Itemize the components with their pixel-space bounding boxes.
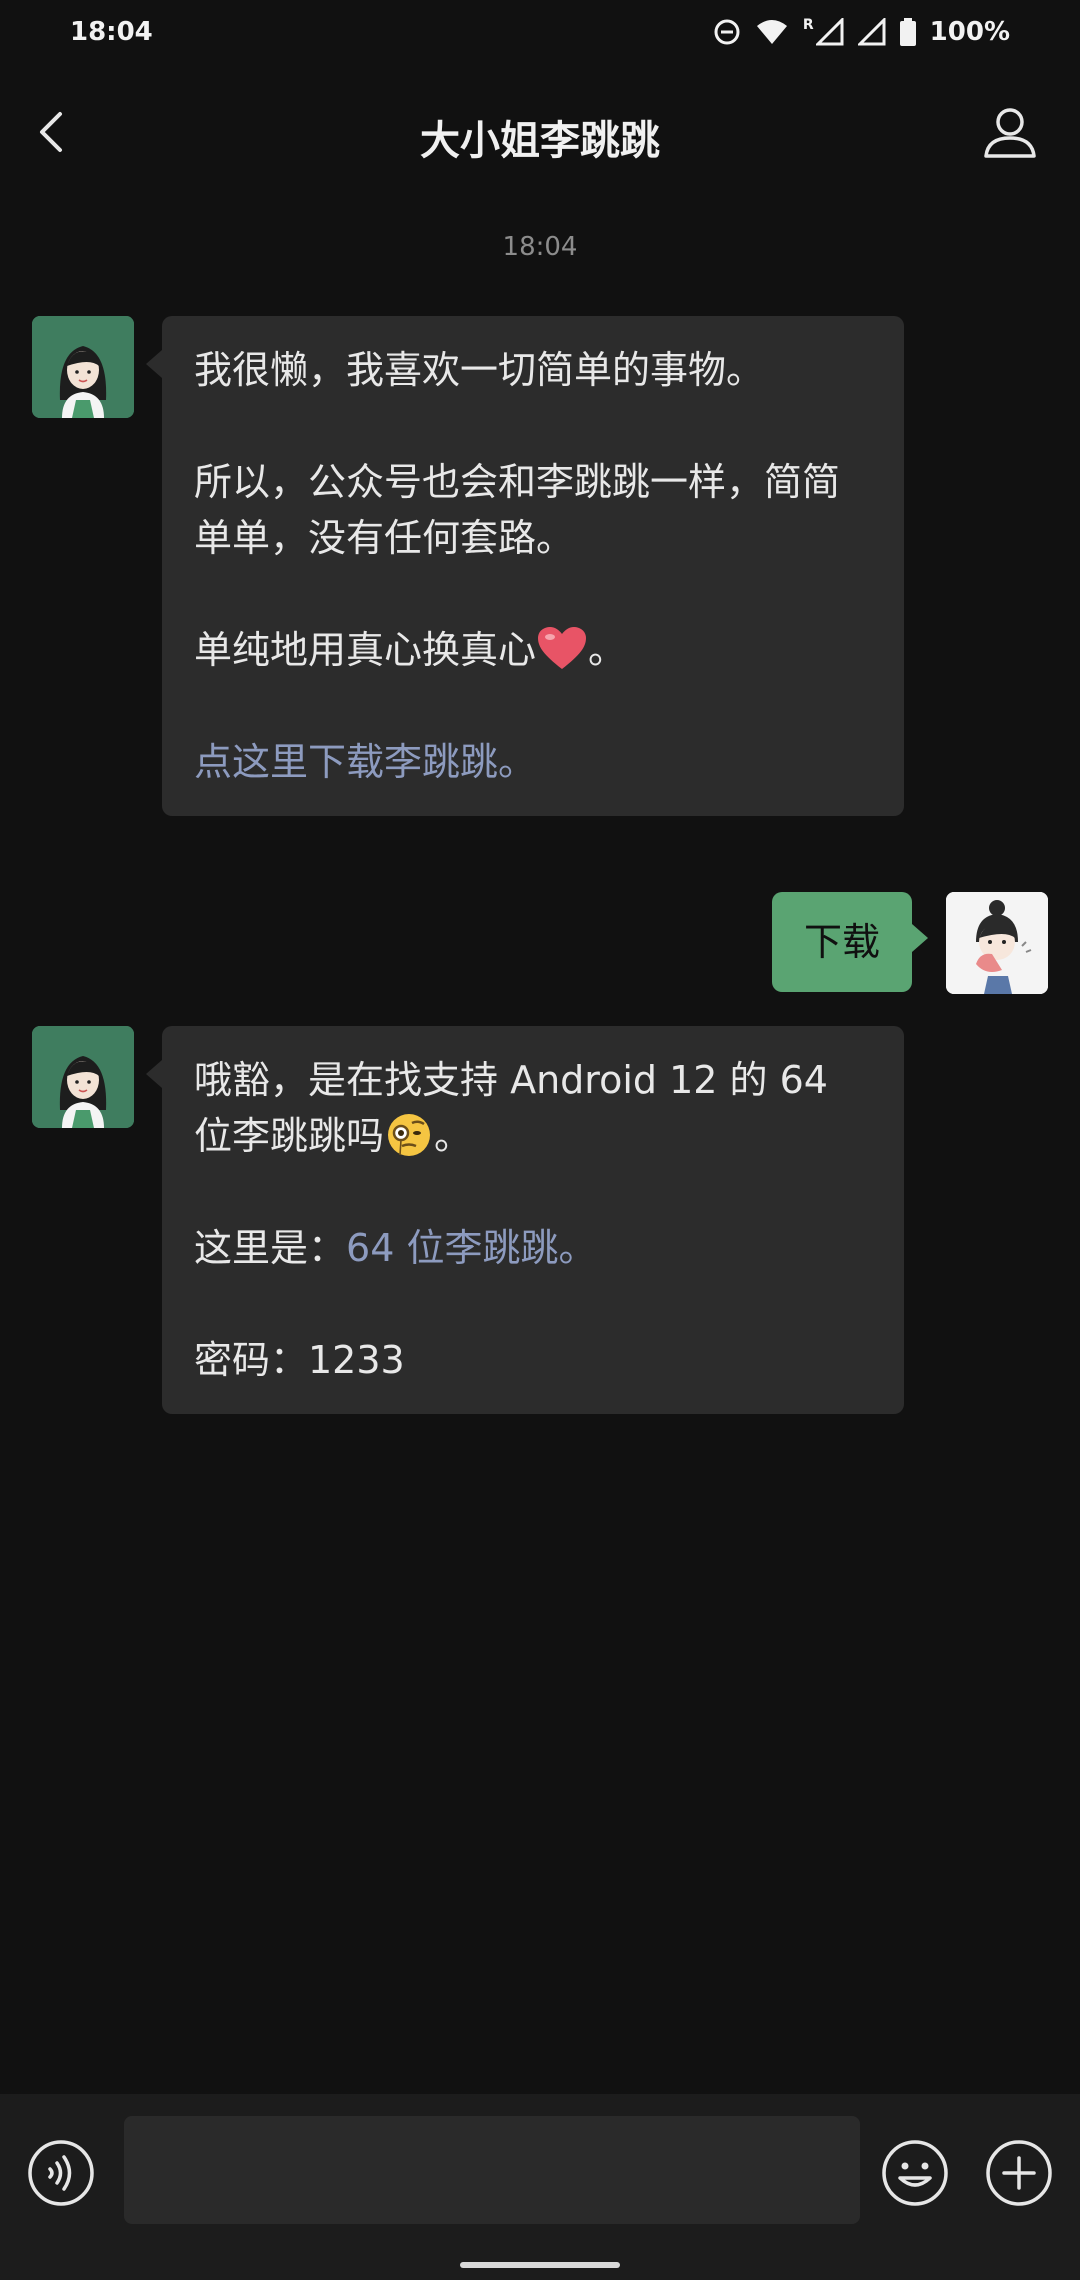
monocle-face-emoji-icon — [388, 1114, 431, 1156]
chat-screen: 18:04 R 100% 大小姐李跳跳 18:04 我很懒，我喜欢一切简单的事物… — [0, 0, 1080, 2280]
message-paragraph: 哦豁，是在找支持 Android 12 的 64 位李跳跳吗 。 — [194, 1052, 872, 1164]
signal-icon — [815, 18, 844, 46]
status-time: 18:04 — [70, 17, 153, 47]
outgoing-message-bubble[interactable]: 下载 — [772, 892, 929, 992]
status-icons: R 100% — [713, 17, 1010, 47]
my-avatar[interactable] — [946, 892, 1048, 994]
page-title: 大小姐李跳跳 — [420, 118, 660, 164]
heart-emoji-icon — [538, 627, 587, 669]
message-text: 这里是： — [194, 1226, 347, 1270]
download-link[interactable]: 点这里下载李跳跳。 — [194, 734, 872, 790]
chat-header: 大小姐李跳跳 — [0, 64, 1080, 210]
message-paragraph: 我很懒，我喜欢一切简单的事物。 — [194, 348, 765, 392]
status-bar: 18:04 R 100% — [0, 0, 1080, 64]
roaming-badge: R — [802, 17, 814, 33]
password-text: 密码：1233 — [194, 1338, 405, 1382]
input-bar — [0, 2094, 1080, 2280]
message-text-tail: 。 — [588, 628, 627, 672]
outgoing-message-text: 下载 — [804, 920, 881, 964]
person-icon[interactable] — [980, 102, 1040, 162]
battery-percent: 100% — [929, 17, 1010, 47]
message-bubble-1[interactable]: 我很懒，我喜欢一切简单的事物。 所以，公众号也会和李跳跳一样，简简单单，没有任何… — [146, 316, 904, 816]
message-input[interactable] — [124, 2116, 860, 2224]
bot-avatar-image — [32, 1026, 134, 1128]
message-text: 单纯地用真心换真心 — [194, 628, 537, 672]
voice-icon[interactable] — [26, 2138, 96, 2208]
bot-avatar[interactable] — [32, 316, 134, 418]
emoji-icon[interactable] — [880, 2138, 950, 2208]
my-avatar-image — [946, 892, 1048, 994]
message-text: 哦豁，是在找支持 Android 12 的 64 位李跳跳吗 — [194, 1058, 828, 1158]
bot-avatar-image — [32, 316, 134, 418]
signal-icon-2 — [857, 18, 886, 46]
bot-avatar[interactable] — [32, 1026, 134, 1128]
wifi-icon — [756, 20, 787, 44]
message-text-tail: 。 — [434, 1114, 473, 1158]
message-bubble-2[interactable]: 哦豁，是在找支持 Android 12 的 64 位李跳跳吗 。 这里是：64 … — [146, 1026, 904, 1414]
do-not-disturb-icon — [714, 19, 740, 45]
battery-icon — [899, 18, 916, 46]
message-paragraph: 单纯地用真心换真心 。 — [194, 622, 872, 678]
message-paragraph: 所以，公众号也会和李跳跳一样，简简单单，没有任何套路。 — [194, 460, 841, 560]
download-64bit-link[interactable]: 64 位李跳跳。 — [346, 1226, 596, 1270]
message-timestamp: 18:04 — [502, 232, 578, 262]
plus-icon[interactable] — [984, 2138, 1054, 2208]
home-indicator[interactable] — [460, 2262, 620, 2268]
message-paragraph: 这里是：64 位李跳跳。 — [194, 1220, 872, 1276]
